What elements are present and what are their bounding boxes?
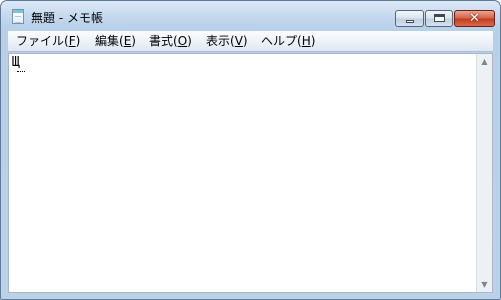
- notepad-window: 無題 - メモ帳 ✕ ファイル(F) 編集(E) 書式(O) 表示(V) ヘルプ…: [0, 0, 501, 300]
- minimize-icon: [406, 20, 414, 23]
- scroll-down-icon[interactable]: ▼: [477, 277, 492, 292]
- menu-bar: ファイル(F) 編集(E) 書式(O) 表示(V) ヘルプ(H): [8, 31, 493, 52]
- scroll-up-icon[interactable]: ▲: [477, 54, 492, 69]
- menu-format-suffix: ): [187, 34, 192, 48]
- menu-view-suffix: ): [242, 34, 248, 48]
- text-editor[interactable]: Щ ▲ ▼: [8, 53, 493, 293]
- menu-help-suffix: ): [310, 34, 316, 48]
- menu-format[interactable]: 書式(O): [149, 33, 192, 49]
- menu-view-label: 表示(: [206, 34, 235, 48]
- menu-help-key: H: [301, 34, 311, 48]
- menu-file-label: ファイル(: [16, 34, 69, 48]
- editor-content: Щ: [12, 55, 25, 72]
- menu-edit-label: 編集(: [95, 34, 124, 48]
- menu-file[interactable]: ファイル(F): [16, 33, 80, 49]
- menu-help[interactable]: ヘルプ(H): [261, 33, 315, 49]
- close-icon: ✕: [469, 11, 480, 26]
- menu-help-label: ヘルプ(: [261, 34, 302, 48]
- notepad-icon[interactable]: [12, 9, 24, 24]
- menu-edit[interactable]: 編集(E): [95, 33, 136, 49]
- maximize-icon: [434, 14, 445, 22]
- menu-file-suffix: ): [75, 34, 81, 48]
- menu-view-key: V: [234, 34, 243, 48]
- close-button[interactable]: ✕: [454, 10, 495, 27]
- menu-file-key: F: [68, 34, 76, 48]
- menu-edit-suffix: ): [131, 34, 136, 48]
- vertical-scrollbar[interactable]: ▲ ▼: [476, 54, 492, 292]
- maximize-button[interactable]: [425, 10, 453, 27]
- menu-view[interactable]: 表示(V): [206, 33, 248, 49]
- title-bar[interactable]: 無題 - メモ帳 ✕: [1, 1, 500, 31]
- minimize-button[interactable]: [395, 10, 424, 27]
- window-title: 無題 - メモ帳: [31, 11, 103, 25]
- menu-format-key: O: [177, 34, 188, 48]
- menu-format-label: 書式(: [149, 34, 178, 48]
